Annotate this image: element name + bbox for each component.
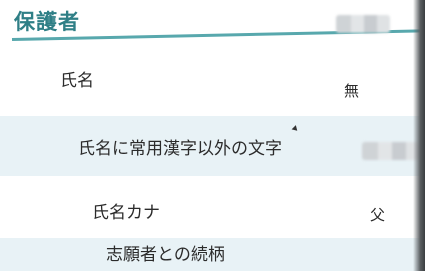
row-label: 志願者との続柄: [106, 245, 225, 265]
row-label: 氏名: [60, 71, 94, 91]
row-label: 氏名カナ: [92, 203, 160, 223]
row-relationship: 志願者との続柄 父: [0, 206, 425, 271]
redacted-field: [362, 142, 420, 160]
form-screen: 保護者 氏名 氏名に常用漢字以外の文字 無 氏名カナ 志願者との続柄 父: [0, 0, 425, 271]
row-value: 無: [344, 82, 360, 100]
row-value: 父: [370, 206, 386, 224]
redacted-field: [336, 15, 390, 33]
section-title: 保護者: [14, 10, 80, 34]
device-bezel: [413, 0, 425, 271]
row-name-kana: 氏名カナ: [0, 176, 425, 238]
row-name: 氏名: [0, 46, 425, 116]
row-label: 氏名に常用漢字以外の文字: [78, 139, 282, 159]
section-header: 保護者: [0, 0, 425, 46]
